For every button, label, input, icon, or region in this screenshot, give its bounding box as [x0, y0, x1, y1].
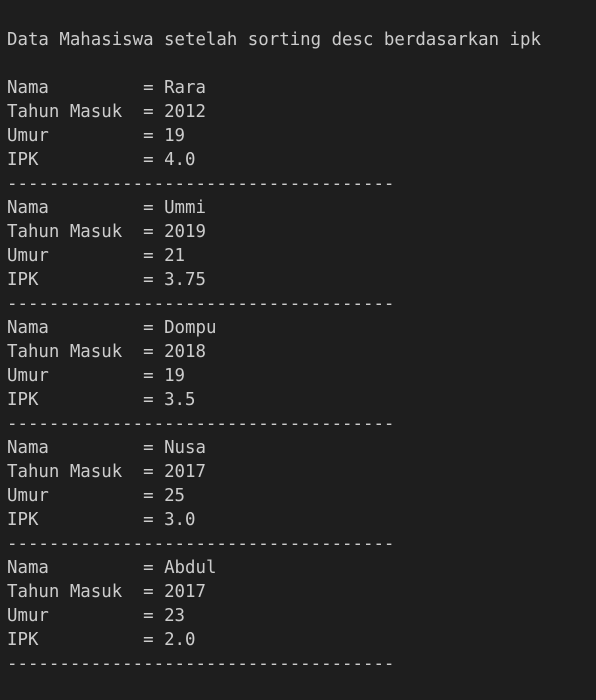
field-label: Tahun Masuk	[7, 342, 144, 362]
field-separator: =	[143, 270, 165, 290]
record-line-tahun-masuk: Tahun Masuk = 2017	[7, 580, 596, 604]
record-line-umur: Umur = 19	[7, 364, 596, 388]
record-line-nama: Nama = Rara	[7, 76, 596, 100]
record-line-nama: Nama = Nusa	[7, 436, 596, 460]
field-value: Dompu	[164, 318, 217, 338]
record-line-nama: Nama = Dompu	[7, 316, 596, 340]
field-separator: =	[143, 366, 165, 386]
field-label: Nama	[7, 318, 144, 338]
field-separator: =	[143, 78, 165, 98]
field-label: Nama	[7, 438, 144, 458]
field-separator: =	[143, 462, 165, 482]
field-separator: =	[143, 318, 165, 338]
record-line-umur: Umur = 23	[7, 604, 596, 628]
record-line-tahun-masuk: Tahun Masuk = 2012	[7, 100, 596, 124]
field-label: Umur	[7, 126, 144, 146]
field-separator: =	[143, 486, 165, 506]
field-separator: =	[143, 102, 165, 122]
record-line-nama: Nama = Ummi	[7, 196, 596, 220]
field-value: 2017	[164, 462, 206, 482]
field-label: IPK	[7, 270, 144, 290]
field-value: 3.75	[164, 270, 206, 290]
record-list: Nama = Rara Tahun Masuk = 2012 Umur = 19 IP…	[7, 76, 596, 676]
field-label: Nama	[7, 558, 144, 578]
field-separator: =	[143, 606, 165, 626]
record-line-tahun-masuk: Tahun Masuk = 2018	[7, 340, 596, 364]
field-separator: =	[143, 390, 165, 410]
field-value: 3.5	[164, 390, 196, 410]
field-label: IPK	[7, 630, 144, 650]
field-separator: =	[143, 342, 165, 362]
field-separator: =	[143, 558, 165, 578]
student-record: Nama = Rara Tahun Masuk = 2012 Umur = 19 IP…	[7, 76, 596, 196]
field-separator: =	[143, 438, 165, 458]
record-line-ipk: IPK = 3.0	[7, 508, 596, 532]
field-label: Umur	[7, 246, 144, 266]
record-line-tahun-masuk: Tahun Masuk = 2017	[7, 460, 596, 484]
field-value: 4.0	[164, 150, 196, 170]
field-separator: =	[143, 126, 165, 146]
field-value: Nusa	[164, 438, 206, 458]
record-divider: -------------------------------------	[7, 294, 395, 314]
record-line-ipk: IPK = 4.0	[7, 148, 596, 172]
field-value: 2019	[164, 222, 206, 242]
field-value: 2.0	[164, 630, 196, 650]
record-line-ipk: IPK = 3.75	[7, 268, 596, 292]
field-value: Ummi	[164, 198, 206, 218]
record-line-ipk: IPK = 3.5	[7, 388, 596, 412]
field-label: IPK	[7, 390, 144, 410]
field-separator: =	[143, 246, 165, 266]
student-record: Nama = Ummi Tahun Masuk = 2019 Umur = 21 IP…	[7, 196, 596, 316]
record-line-umur: Umur = 25	[7, 484, 596, 508]
record-divider: -------------------------------------	[7, 414, 395, 434]
field-value: 19	[164, 366, 186, 386]
field-label: Tahun Masuk	[7, 462, 144, 482]
terminal-output[interactable]: Data Mahasiswa setelah sorting desc berd…	[0, 0, 596, 674]
field-value: 2018	[164, 342, 206, 362]
student-record: Nama = Nusa Tahun Masuk = 2017 Umur = 25 IP…	[7, 436, 596, 556]
field-value: 2012	[164, 102, 206, 122]
field-separator: =	[143, 150, 165, 170]
record-line-umur: Umur = 19	[7, 124, 596, 148]
field-separator: =	[143, 582, 165, 602]
field-value: 19	[164, 126, 186, 146]
record-divider: -------------------------------------	[7, 654, 395, 674]
field-label: Nama	[7, 78, 144, 98]
field-label: Umur	[7, 606, 144, 626]
field-value: Abdul	[164, 558, 217, 578]
field-value: 21	[164, 246, 186, 266]
field-label: Tahun Masuk	[7, 582, 144, 602]
field-value: 2017	[164, 582, 206, 602]
field-separator: =	[143, 630, 165, 650]
record-divider: -------------------------------------	[7, 174, 395, 194]
field-label: Nama	[7, 198, 144, 218]
field-separator: =	[143, 510, 165, 530]
student-record: Nama = Abdul Tahun Masuk = 2017 Umur = 23 I…	[7, 556, 596, 676]
field-value: 23	[164, 606, 186, 626]
field-label: Tahun Masuk	[7, 222, 144, 242]
field-label: Umur	[7, 486, 144, 506]
field-label: IPK	[7, 510, 144, 530]
field-label: IPK	[7, 150, 144, 170]
record-line-umur: Umur = 21	[7, 244, 596, 268]
field-label: Tahun Masuk	[7, 102, 144, 122]
record-line-tahun-masuk: Tahun Masuk = 2019	[7, 220, 596, 244]
field-separator: =	[143, 198, 165, 218]
record-line-ipk: IPK = 2.0	[7, 628, 596, 652]
field-separator: =	[143, 222, 165, 242]
field-label: Umur	[7, 366, 144, 386]
field-value: 3.0	[164, 510, 196, 530]
output-header: Data Mahasiswa setelah sorting desc berd…	[7, 30, 541, 50]
field-value: 25	[164, 486, 186, 506]
record-divider: -------------------------------------	[7, 534, 395, 554]
record-line-nama: Nama = Abdul	[7, 556, 596, 580]
field-value: Rara	[164, 78, 206, 98]
student-record: Nama = Dompu Tahun Masuk = 2018 Umur = 19 I…	[7, 316, 596, 436]
